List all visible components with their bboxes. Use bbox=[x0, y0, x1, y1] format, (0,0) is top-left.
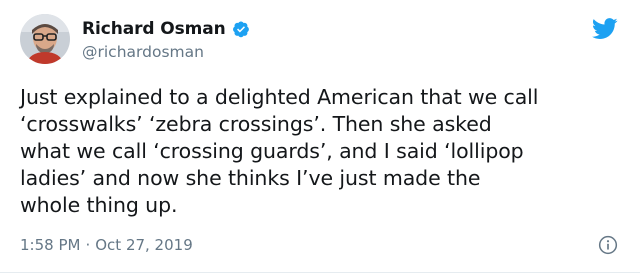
twitter-bird-icon[interactable] bbox=[592, 18, 618, 40]
tweet-text-line: what we call ‘crossing guards’, and I sa… bbox=[20, 139, 524, 163]
tweet-text-line: Just explained to a delighted American t… bbox=[20, 85, 539, 109]
tweet-timestamp[interactable]: 1:58 PM · Oct 27, 2019 bbox=[20, 236, 193, 254]
tweet-date[interactable]: Oct 27, 2019 bbox=[95, 236, 193, 254]
avatar[interactable] bbox=[20, 14, 70, 64]
verified-badge-icon bbox=[232, 21, 249, 38]
tweet-text-line: whole thing up. bbox=[20, 193, 178, 217]
tweet-text-line: ladies’ and now she thinks I’ve just mad… bbox=[20, 166, 481, 190]
display-name[interactable]: Richard Osman bbox=[82, 19, 226, 39]
tweet-text: Just explained to a delighted American t… bbox=[20, 84, 625, 219]
author-name-row[interactable]: Richard Osman bbox=[82, 19, 250, 39]
tweet-card: Richard Osman @richardosman Just explain… bbox=[0, 0, 640, 275]
tweet-time[interactable]: 1:58 PM bbox=[20, 236, 80, 254]
timestamp-separator: · bbox=[85, 236, 91, 254]
tweet-text-line: ‘crosswalks’ ‘zebra crossings’. Then she… bbox=[20, 112, 492, 136]
author-handle[interactable]: @richardosman bbox=[82, 43, 204, 61]
divider bbox=[0, 272, 640, 273]
info-icon[interactable] bbox=[598, 235, 618, 255]
